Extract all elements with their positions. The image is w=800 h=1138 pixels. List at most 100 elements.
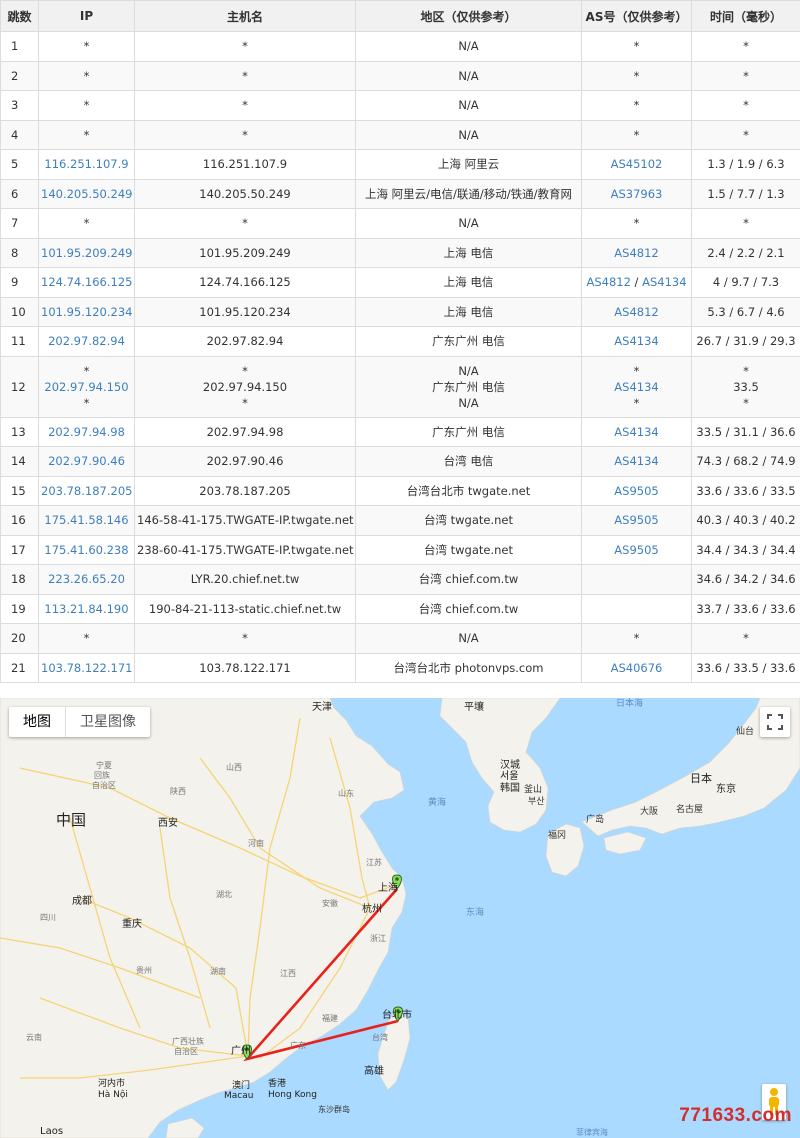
as-number-link-cell: * [581, 208, 692, 239]
hop-cell: 20 [0, 623, 39, 654]
ip-link-cell: 202.97.82.94 [38, 326, 135, 357]
ip-link[interactable]: 101.95.120.234 [41, 305, 132, 319]
region-cell: 上海 电信 [355, 267, 582, 298]
as-number-link[interactable]: AS4134 [642, 275, 686, 289]
ip-link-cell: 223.26.65.20 [38, 564, 135, 595]
hostname-line: * [242, 395, 248, 410]
ip-link[interactable]: 223.26.65.20 [48, 572, 125, 586]
region: N/A [458, 68, 479, 83]
hop-cell: 9 [0, 267, 39, 298]
label-yellow-sea: 黄海 [428, 796, 446, 808]
as-number-link[interactable]: AS4134 [614, 334, 658, 348]
ip-link[interactable]: 202.97.90.46 [48, 454, 125, 468]
ip-link[interactable]: 113.21.84.190 [44, 602, 128, 616]
ip-link-cell: * [38, 208, 135, 239]
label-busan: 釜山 [524, 783, 542, 795]
hop-number: 11 [11, 334, 26, 349]
as-number-link[interactable]: AS45102 [611, 157, 663, 171]
hostname: * [242, 39, 248, 54]
hop-cell: 2 [0, 60, 39, 91]
ip-link-cell: * 202.97.94.150 * [38, 355, 135, 418]
as-number-link-cell: AS4134 [581, 446, 692, 477]
table-row: 7 * * N/A * * [0, 208, 800, 239]
label-philippine-sea: 菲律宾海 [576, 1127, 608, 1137]
route-map[interactable]: 中国 天津 平壤 汉城 서울 韩国 釜山 부산 黄海 东海 日本海 日本 东京 … [0, 698, 800, 1138]
as-number-link[interactable]: AS4134 [614, 425, 658, 439]
ip-link[interactable]: 202.97.82.94 [48, 334, 125, 348]
map-type-map[interactable]: 地图 [9, 707, 66, 737]
ip-link[interactable]: 175.41.60.238 [44, 543, 128, 557]
ip-link[interactable]: 124.74.166.125 [41, 275, 132, 289]
ip-link-cell: 175.41.60.238 [38, 534, 135, 565]
ip-link-line[interactable]: 202.97.94.150 [41, 379, 132, 395]
latency: * [743, 216, 749, 231]
hostname-cell: * [134, 60, 356, 91]
ip-link-cell: 202.97.94.98 [38, 416, 135, 447]
ip-link: * [83, 39, 90, 54]
hostname-cell: 124.74.166.125 [134, 267, 356, 298]
label-hiroshima: 广岛 [586, 813, 604, 825]
as-number-link[interactable]: AS4812 [614, 246, 658, 260]
latency-cell: * [691, 90, 800, 121]
hostname: 140.205.50.249 [199, 186, 291, 201]
as-number-link[interactable]: AS9505 [614, 513, 658, 527]
hop-cell: 3 [0, 90, 39, 121]
hostname: 124.74.166.125 [199, 275, 291, 290]
latency-cell: 4 / 9.7 / 7.3 [691, 267, 800, 298]
label-east-sea: 东海 [466, 906, 484, 918]
ip-link[interactable]: 103.78.122.171 [41, 661, 132, 675]
label-henan: 河南 [248, 838, 264, 848]
table-row: 6 140.205.50.249 140.205.50.249 上海 阿里云/电信/联… [0, 178, 800, 209]
as-number-link-cell: AS45102 [581, 149, 692, 180]
watermark-text: 771633.com [679, 1105, 792, 1126]
map-canvas[interactable]: 中国 天津 平壤 汉城 서울 韩国 釜山 부산 黄海 东海 日本海 日本 东京 … [0, 698, 800, 1138]
as-number-link[interactable]: AS9505 [614, 484, 658, 498]
latency-line: * [743, 395, 749, 410]
table-row: 13 202.97.94.98 202.97.94.98 广东广州 电信 AS4134 3… [0, 416, 800, 447]
as-number-link-line[interactable]: AS4134 [584, 379, 689, 395]
label-chongqing: 重庆 [122, 917, 142, 930]
latency: 5.3 / 6.7 / 4.6 [707, 304, 785, 319]
as-separator: / [630, 275, 643, 290]
region-cell: 上海 电信 [355, 237, 582, 268]
as-number-link[interactable]: AS4812 [614, 305, 658, 319]
as-number-link[interactable]: AS40676 [611, 661, 663, 675]
fullscreen-button[interactable] [760, 707, 790, 737]
as-number-link[interactable]: AS4812 [586, 275, 630, 289]
as-number-link[interactable]: AS9505 [614, 543, 658, 557]
mainland-landmass [0, 698, 407, 1138]
label-shaanxi: 陕西 [170, 786, 186, 796]
region: 上海 电信 [443, 304, 494, 319]
ip-link-cell: 116.251.107.9 [38, 149, 135, 180]
region-cell: 上海 阿里云/电信/联通/移动/铁通/教育网 [355, 178, 582, 209]
latency: 33.6 / 33.6 / 33.5 [696, 483, 796, 498]
region: 台湾台北市 twgate.net [406, 483, 531, 498]
hop-cell: 5 [0, 149, 39, 180]
ip-link-cell: * [38, 119, 135, 150]
ip-link[interactable]: 116.251.107.9 [44, 157, 128, 171]
label-busan-han: 부산 [528, 796, 545, 807]
ip-link[interactable]: 202.97.94.98 [48, 425, 125, 439]
region-cell: N/A 广东广州 电信 N/A [355, 355, 582, 418]
hostname-cell: 202.97.82.94 [134, 326, 356, 357]
region-cell: 台湾 电信 [355, 446, 582, 477]
ip-link[interactable]: 203.78.187.205 [41, 484, 132, 498]
table-row: 15 203.78.187.205 203.78.187.205 台湾台北市 twga… [0, 475, 800, 506]
hop-number: 15 [11, 483, 26, 498]
ip-link: * [83, 216, 90, 231]
as-number-link: * [633, 631, 640, 646]
as-number-link[interactable]: AS37963 [611, 187, 663, 201]
hostname: * [242, 216, 248, 231]
ip-link[interactable]: 175.41.58.146 [44, 513, 128, 527]
map-type-toggle[interactable]: 地图 卫星图像 [9, 707, 150, 737]
hostname: * [242, 127, 248, 142]
region: N/A [458, 216, 479, 231]
ip-link[interactable]: 101.95.209.249 [41, 246, 132, 260]
hainan-landmass [165, 1117, 205, 1138]
latency-cell: * [691, 623, 800, 654]
ip-link[interactable]: 140.205.50.249 [41, 187, 132, 201]
map-type-satellite[interactable]: 卫星图像 [66, 707, 150, 737]
table-row: 20 * * N/A * * [0, 623, 800, 654]
hop-number: 9 [11, 275, 19, 290]
as-number-link[interactable]: AS4134 [614, 454, 658, 468]
